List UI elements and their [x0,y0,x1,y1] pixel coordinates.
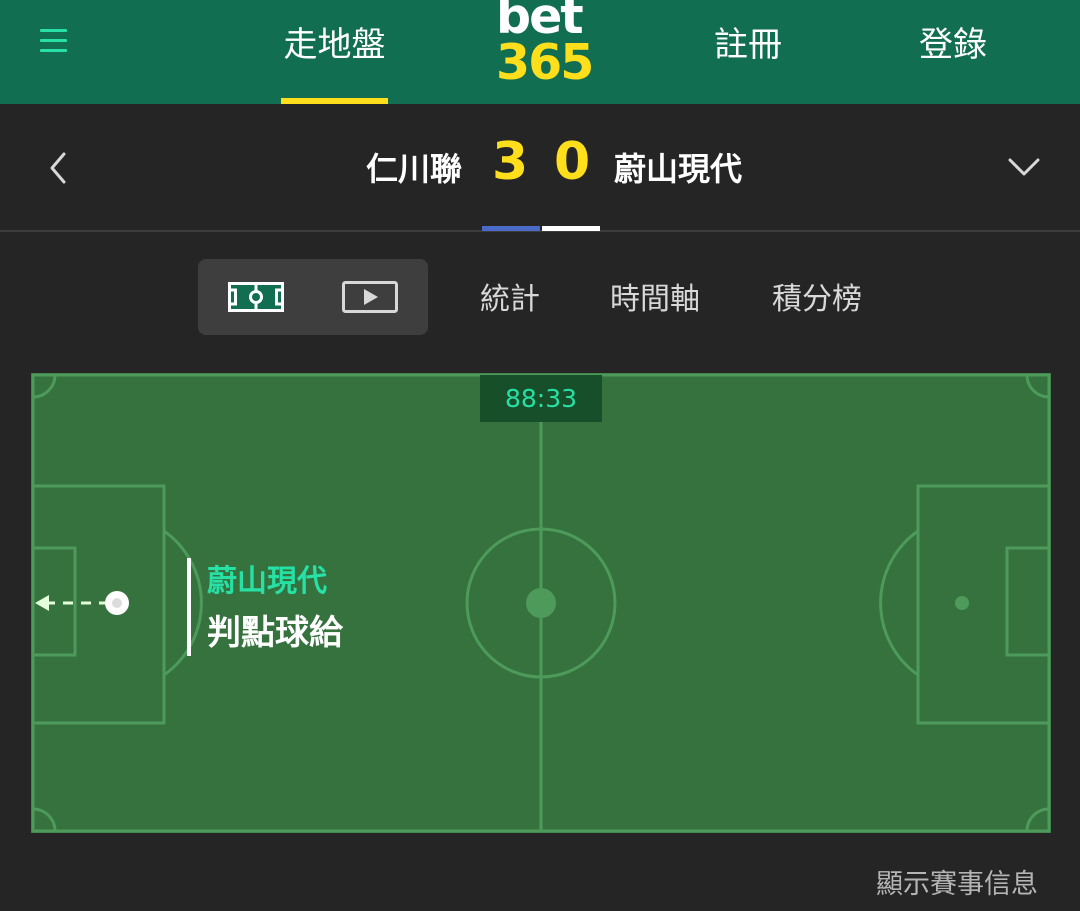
bet365-logo[interactable]: bet 365 [496,0,594,87]
match-tracker-pitch: 88:33 蔚山現代 判點球給 [31,373,1051,833]
match-clock: 88:33 [480,375,602,422]
event-divider [187,558,191,656]
home-team-name: 仁川聯 [366,150,463,188]
pitch-view-icon[interactable] [228,282,284,312]
home-score: 3 [492,132,529,192]
event-team-name: 蔚山現代 [207,564,327,599]
register-button[interactable]: 註冊 [700,0,796,104]
match-scoreboard: 仁川聯 3 0 蔚山現代 [0,104,1080,232]
away-score: 0 [554,132,591,192]
tab-timeline[interactable]: 時間軸 [610,274,700,318]
tab-stats[interactable]: 統計 [480,274,540,318]
nav-live-in-play[interactable]: 走地盤 [281,0,388,104]
login-label: 登錄 [919,24,987,65]
ball-direction-arrow [35,591,129,615]
chevron-down-icon[interactable] [1004,152,1044,180]
top-navigation-bar: 走地盤 bet 365 註冊 登錄 [0,0,1080,104]
hamburger-menu-icon[interactable] [40,27,68,53]
logo-365-text: 365 [496,34,594,91]
view-toggle [198,259,428,335]
chevron-left-icon[interactable] [44,148,74,188]
login-button[interactable]: 登錄 [905,0,1001,104]
home-kit-color-bar [482,226,540,231]
away-team-name: 蔚山現代 [614,150,743,188]
video-play-icon[interactable] [342,281,398,313]
away-kit-color-bar [542,226,600,231]
nav-live-label: 走地盤 [283,24,386,65]
event-description: 判點球給 [207,613,343,653]
tab-standings[interactable]: 積分榜 [772,274,862,318]
register-label: 註冊 [714,24,782,65]
show-match-info-link[interactable]: 顯示賽事信息 [876,862,1038,901]
pitch-markings [31,373,1051,833]
